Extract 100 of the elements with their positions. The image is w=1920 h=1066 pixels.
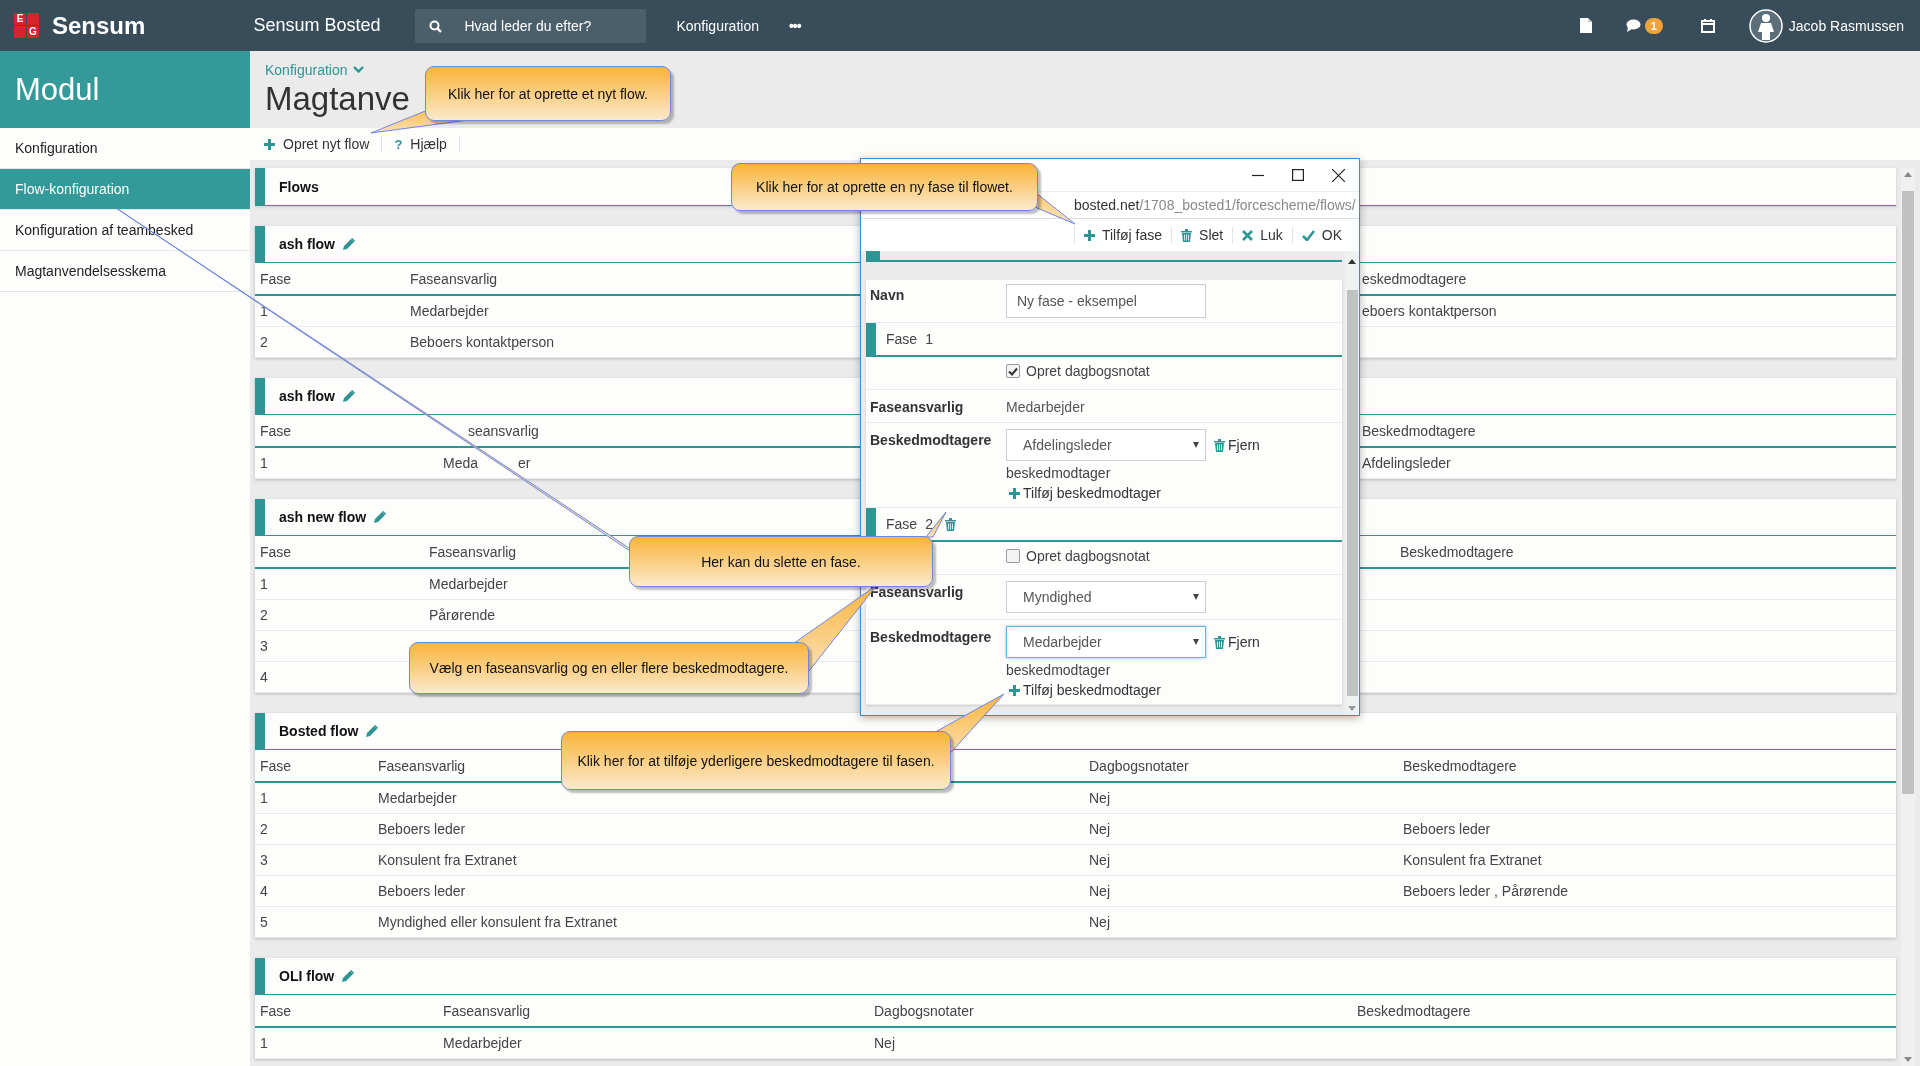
ok-button[interactable]: OK — [1291, 227, 1351, 243]
document-icon[interactable] — [1579, 18, 1592, 33]
table-cell: Konsulent fra Extranet — [1403, 852, 1542, 868]
column-header: Faseansvarlig — [410, 270, 498, 287]
remove-button[interactable]: Fjern — [1214, 634, 1260, 650]
add-recipient-link[interactable]: Tilføj beskedmodtager — [1006, 682, 1342, 698]
column-header: Fase — [260, 422, 292, 439]
table-cell: 1 — [260, 1035, 268, 1051]
close-icon[interactable] — [1332, 168, 1345, 182]
maximize-icon[interactable] — [1292, 169, 1304, 181]
table-cell: Nej — [874, 1035, 895, 1051]
column-header: Fase — [260, 270, 292, 287]
pencil-icon[interactable] — [366, 725, 379, 737]
create-flow-button[interactable]: Opret nyt flow — [264, 136, 383, 152]
plus-icon — [1009, 487, 1020, 499]
table-cell: Beboers leder — [378, 883, 466, 899]
plus-icon — [1083, 229, 1095, 241]
page-title: Magtanve — [265, 79, 410, 118]
app-name[interactable]: Sensum Bosted — [253, 15, 381, 36]
column-header: Fase — [260, 757, 292, 774]
scrollbar[interactable] — [1345, 251, 1359, 715]
brand-name: Sensum — [52, 11, 146, 40]
table-cell: Pårørende — [429, 607, 496, 623]
trash-icon — [1214, 635, 1225, 649]
table-cell: er — [518, 455, 531, 471]
table-cell: Konsulent fra Extranet — [378, 852, 517, 868]
dropdown[interactable]: Medarbejder — [1006, 626, 1206, 658]
table-cell: Nej — [1089, 852, 1110, 868]
table-cell: 1 — [260, 576, 268, 592]
table-cell: eboers kontaktperson — [1362, 303, 1497, 319]
help-button[interactable]: ? Hjælp — [394, 136, 460, 152]
trash-icon[interactable] — [944, 517, 956, 531]
table-cell: Beboers leder — [1403, 821, 1491, 837]
column-header: seansvarlig — [468, 422, 539, 439]
add-phase-button[interactable]: Tilføj fase — [1073, 227, 1172, 243]
table-cell: 4 — [260, 669, 268, 685]
table-cell: 2 — [260, 334, 268, 350]
field-caption: beskedmodtager — [1006, 465, 1112, 481]
column-header: Dagbogsnotater — [874, 1002, 974, 1019]
pencil-icon[interactable] — [343, 238, 355, 250]
close-icon — [1242, 229, 1254, 241]
table-cell: Nej — [1089, 914, 1110, 930]
column-header: Beskedmodtagere — [1357, 1002, 1471, 1019]
phase-number: 1 — [925, 331, 933, 347]
field-label: Beskedmodtagere — [870, 431, 993, 448]
checkbox[interactable] — [1006, 364, 1020, 378]
table-cell: Beboers leder , Pårørende — [1403, 883, 1568, 899]
table-cell: Nej — [1089, 821, 1110, 837]
table-cell: 3 — [260, 852, 268, 868]
flow-title: ash new flow — [279, 509, 367, 525]
table-cell: Beboers leder — [378, 821, 466, 837]
avatar-icon[interactable] — [1748, 8, 1783, 43]
pencil-icon[interactable] — [343, 390, 355, 402]
callout: Her kan du slette en fase. — [629, 536, 933, 587]
field-label: Faseansvarlig — [870, 398, 965, 415]
dropdown[interactable]: Myndighed — [1006, 581, 1206, 613]
logo-square — [27, 13, 39, 25]
column-header: Fase — [260, 1002, 292, 1019]
table-cell: Meda — [443, 455, 479, 471]
table-cell: Beboers kontaktperson — [410, 334, 554, 350]
add-recipient-link[interactable]: Tilføj beskedmodtager — [1006, 485, 1342, 501]
delete-button[interactable]: Slet — [1171, 227, 1233, 243]
checkbox[interactable] — [1006, 549, 1020, 563]
column-header: Faseansvarlig — [378, 757, 466, 774]
plus-icon — [1009, 684, 1020, 696]
checkbox-label[interactable]: Opret dagbogsnotat — [1026, 548, 1150, 564]
nav-link[interactable]: Konfiguration — [676, 17, 759, 34]
phase-label: Fase — [886, 331, 918, 347]
table-cell: Medarbejder — [378, 790, 457, 806]
flow-title: ash flow — [279, 236, 335, 252]
table-cell: Myndighed eller konsulent fra Extranet — [378, 914, 617, 930]
flow-title: ash flow — [279, 388, 335, 404]
name-field[interactable]: Ny fase - eksempel — [1006, 284, 1206, 318]
search-icon — [429, 19, 443, 33]
dropdown[interactable]: Afdelingsleder — [1006, 429, 1206, 461]
close-button[interactable]: Luk — [1232, 227, 1292, 243]
field-label: Beskedmodtagere — [870, 628, 993, 645]
table-cell: 1 — [260, 455, 268, 471]
column-header: Faseansvarlig — [429, 543, 517, 560]
column-header: Faseansvarlig — [443, 1002, 531, 1019]
pencil-icon[interactable] — [374, 511, 387, 523]
trash-icon — [1181, 228, 1193, 242]
user-name[interactable]: Jacob Rasmussen — [1788, 17, 1904, 34]
notification-badge: 1 — [1644, 17, 1663, 34]
column-header: Beskedmodtagere — [1403, 757, 1517, 774]
field-label: Navn — [870, 286, 906, 303]
search-field[interactable]: Hvad leder du efter? — [415, 8, 647, 43]
table-cell: Medarbejder — [429, 576, 508, 592]
table-cell: Medarbejder — [410, 303, 489, 319]
checkbox-label[interactable]: Opret dagbogsnotat — [1026, 363, 1150, 379]
chat-icon[interactable] — [1625, 19, 1641, 32]
table-cell: Afdelingsleder — [1362, 455, 1451, 471]
scrollbar[interactable] — [1901, 168, 1915, 1066]
calendar-icon[interactable] — [1700, 18, 1715, 33]
table-cell: 4 — [260, 883, 268, 899]
pencil-icon[interactable] — [342, 970, 355, 982]
remove-button[interactable]: Fjern — [1214, 437, 1260, 453]
table-cell: Nej — [1089, 883, 1110, 899]
plus-icon — [264, 138, 275, 150]
more-menu[interactable]: ••• — [788, 17, 801, 34]
